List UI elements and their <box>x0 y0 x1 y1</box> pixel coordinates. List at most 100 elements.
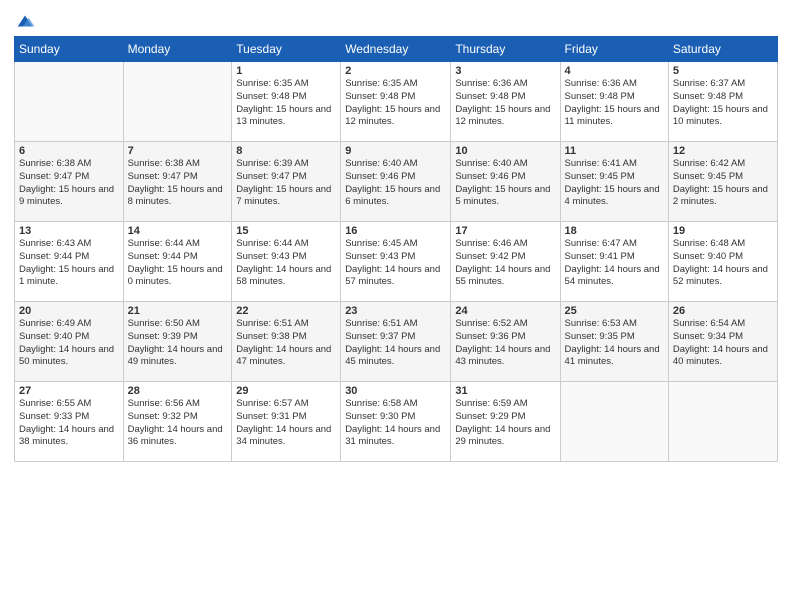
day-number: 30 <box>345 385 446 397</box>
day-number: 4 <box>565 65 664 77</box>
day-number: 27 <box>19 385 119 397</box>
calendar-cell: 3Sunrise: 6:36 AM Sunset: 9:48 PM Daylig… <box>451 62 560 142</box>
calendar-table: SundayMondayTuesdayWednesdayThursdayFrid… <box>14 36 778 462</box>
day-info: Sunrise: 6:46 AM Sunset: 9:42 PM Dayligh… <box>455 238 555 289</box>
day-number: 5 <box>673 65 773 77</box>
day-info: Sunrise: 6:36 AM Sunset: 9:48 PM Dayligh… <box>455 78 555 129</box>
week-row-3: 13Sunrise: 6:43 AM Sunset: 9:44 PM Dayli… <box>15 222 778 302</box>
day-number: 2 <box>345 65 446 77</box>
calendar-cell: 1Sunrise: 6:35 AM Sunset: 9:48 PM Daylig… <box>232 62 341 142</box>
day-number: 19 <box>673 225 773 237</box>
calendar-cell <box>15 62 124 142</box>
day-number: 23 <box>345 305 446 317</box>
day-number: 1 <box>236 65 336 77</box>
day-info: Sunrise: 6:42 AM Sunset: 9:45 PM Dayligh… <box>673 158 773 209</box>
day-info: Sunrise: 6:44 AM Sunset: 9:44 PM Dayligh… <box>128 238 228 289</box>
day-info: Sunrise: 6:40 AM Sunset: 9:46 PM Dayligh… <box>455 158 555 209</box>
calendar-cell: 20Sunrise: 6:49 AM Sunset: 9:40 PM Dayli… <box>15 302 124 382</box>
calendar-cell: 31Sunrise: 6:59 AM Sunset: 9:29 PM Dayli… <box>451 382 560 462</box>
calendar-cell: 19Sunrise: 6:48 AM Sunset: 9:40 PM Dayli… <box>668 222 777 302</box>
day-info: Sunrise: 6:53 AM Sunset: 9:35 PM Dayligh… <box>565 318 664 369</box>
day-number: 15 <box>236 225 336 237</box>
calendar-cell: 4Sunrise: 6:36 AM Sunset: 9:48 PM Daylig… <box>560 62 668 142</box>
week-row-2: 6Sunrise: 6:38 AM Sunset: 9:47 PM Daylig… <box>15 142 778 222</box>
calendar-cell <box>123 62 232 142</box>
calendar-cell: 22Sunrise: 6:51 AM Sunset: 9:38 PM Dayli… <box>232 302 341 382</box>
page: SundayMondayTuesdayWednesdayThursdayFrid… <box>0 0 792 612</box>
day-info: Sunrise: 6:58 AM Sunset: 9:30 PM Dayligh… <box>345 398 446 449</box>
day-number: 13 <box>19 225 119 237</box>
logo-icon <box>14 10 36 32</box>
day-number: 16 <box>345 225 446 237</box>
day-info: Sunrise: 6:43 AM Sunset: 9:44 PM Dayligh… <box>19 238 119 289</box>
calendar-cell: 9Sunrise: 6:40 AM Sunset: 9:46 PM Daylig… <box>341 142 451 222</box>
day-info: Sunrise: 6:51 AM Sunset: 9:38 PM Dayligh… <box>236 318 336 369</box>
day-number: 14 <box>128 225 228 237</box>
day-number: 28 <box>128 385 228 397</box>
day-number: 18 <box>565 225 664 237</box>
day-number: 6 <box>19 145 119 157</box>
day-number: 26 <box>673 305 773 317</box>
calendar-cell: 28Sunrise: 6:56 AM Sunset: 9:32 PM Dayli… <box>123 382 232 462</box>
day-info: Sunrise: 6:51 AM Sunset: 9:37 PM Dayligh… <box>345 318 446 369</box>
day-number: 3 <box>455 65 555 77</box>
calendar-cell <box>560 382 668 462</box>
calendar-cell: 14Sunrise: 6:44 AM Sunset: 9:44 PM Dayli… <box>123 222 232 302</box>
day-info: Sunrise: 6:57 AM Sunset: 9:31 PM Dayligh… <box>236 398 336 449</box>
day-info: Sunrise: 6:38 AM Sunset: 9:47 PM Dayligh… <box>128 158 228 209</box>
calendar-cell: 29Sunrise: 6:57 AM Sunset: 9:31 PM Dayli… <box>232 382 341 462</box>
day-info: Sunrise: 6:35 AM Sunset: 9:48 PM Dayligh… <box>345 78 446 129</box>
day-number: 25 <box>565 305 664 317</box>
calendar-cell: 17Sunrise: 6:46 AM Sunset: 9:42 PM Dayli… <box>451 222 560 302</box>
day-header-monday: Monday <box>123 37 232 62</box>
day-info: Sunrise: 6:48 AM Sunset: 9:40 PM Dayligh… <box>673 238 773 289</box>
header-row: SundayMondayTuesdayWednesdayThursdayFrid… <box>15 37 778 62</box>
day-header-tuesday: Tuesday <box>232 37 341 62</box>
day-info: Sunrise: 6:47 AM Sunset: 9:41 PM Dayligh… <box>565 238 664 289</box>
day-info: Sunrise: 6:59 AM Sunset: 9:29 PM Dayligh… <box>455 398 555 449</box>
calendar-cell: 5Sunrise: 6:37 AM Sunset: 9:48 PM Daylig… <box>668 62 777 142</box>
day-info: Sunrise: 6:54 AM Sunset: 9:34 PM Dayligh… <box>673 318 773 369</box>
day-info: Sunrise: 6:39 AM Sunset: 9:47 PM Dayligh… <box>236 158 336 209</box>
calendar-cell: 11Sunrise: 6:41 AM Sunset: 9:45 PM Dayli… <box>560 142 668 222</box>
calendar-cell: 23Sunrise: 6:51 AM Sunset: 9:37 PM Dayli… <box>341 302 451 382</box>
day-number: 24 <box>455 305 555 317</box>
day-number: 7 <box>128 145 228 157</box>
day-number: 31 <box>455 385 555 397</box>
week-row-5: 27Sunrise: 6:55 AM Sunset: 9:33 PM Dayli… <box>15 382 778 462</box>
day-number: 12 <box>673 145 773 157</box>
day-info: Sunrise: 6:52 AM Sunset: 9:36 PM Dayligh… <box>455 318 555 369</box>
calendar-cell: 8Sunrise: 6:39 AM Sunset: 9:47 PM Daylig… <box>232 142 341 222</box>
day-number: 11 <box>565 145 664 157</box>
day-info: Sunrise: 6:35 AM Sunset: 9:48 PM Dayligh… <box>236 78 336 129</box>
day-info: Sunrise: 6:36 AM Sunset: 9:48 PM Dayligh… <box>565 78 664 129</box>
day-header-thursday: Thursday <box>451 37 560 62</box>
calendar-cell: 10Sunrise: 6:40 AM Sunset: 9:46 PM Dayli… <box>451 142 560 222</box>
logo <box>14 10 36 28</box>
calendar-cell: 2Sunrise: 6:35 AM Sunset: 9:48 PM Daylig… <box>341 62 451 142</box>
day-info: Sunrise: 6:40 AM Sunset: 9:46 PM Dayligh… <box>345 158 446 209</box>
calendar-cell: 27Sunrise: 6:55 AM Sunset: 9:33 PM Dayli… <box>15 382 124 462</box>
header <box>14 10 778 28</box>
day-header-wednesday: Wednesday <box>341 37 451 62</box>
calendar-cell: 25Sunrise: 6:53 AM Sunset: 9:35 PM Dayli… <box>560 302 668 382</box>
day-number: 21 <box>128 305 228 317</box>
day-info: Sunrise: 6:50 AM Sunset: 9:39 PM Dayligh… <box>128 318 228 369</box>
day-number: 20 <box>19 305 119 317</box>
calendar-cell: 7Sunrise: 6:38 AM Sunset: 9:47 PM Daylig… <box>123 142 232 222</box>
day-header-saturday: Saturday <box>668 37 777 62</box>
day-number: 29 <box>236 385 336 397</box>
calendar-cell <box>668 382 777 462</box>
calendar-cell: 21Sunrise: 6:50 AM Sunset: 9:39 PM Dayli… <box>123 302 232 382</box>
day-info: Sunrise: 6:45 AM Sunset: 9:43 PM Dayligh… <box>345 238 446 289</box>
day-info: Sunrise: 6:44 AM Sunset: 9:43 PM Dayligh… <box>236 238 336 289</box>
calendar-cell: 26Sunrise: 6:54 AM Sunset: 9:34 PM Dayli… <box>668 302 777 382</box>
day-info: Sunrise: 6:38 AM Sunset: 9:47 PM Dayligh… <box>19 158 119 209</box>
day-info: Sunrise: 6:55 AM Sunset: 9:33 PM Dayligh… <box>19 398 119 449</box>
day-info: Sunrise: 6:49 AM Sunset: 9:40 PM Dayligh… <box>19 318 119 369</box>
day-number: 8 <box>236 145 336 157</box>
day-number: 22 <box>236 305 336 317</box>
day-number: 9 <box>345 145 446 157</box>
day-info: Sunrise: 6:41 AM Sunset: 9:45 PM Dayligh… <box>565 158 664 209</box>
day-header-sunday: Sunday <box>15 37 124 62</box>
